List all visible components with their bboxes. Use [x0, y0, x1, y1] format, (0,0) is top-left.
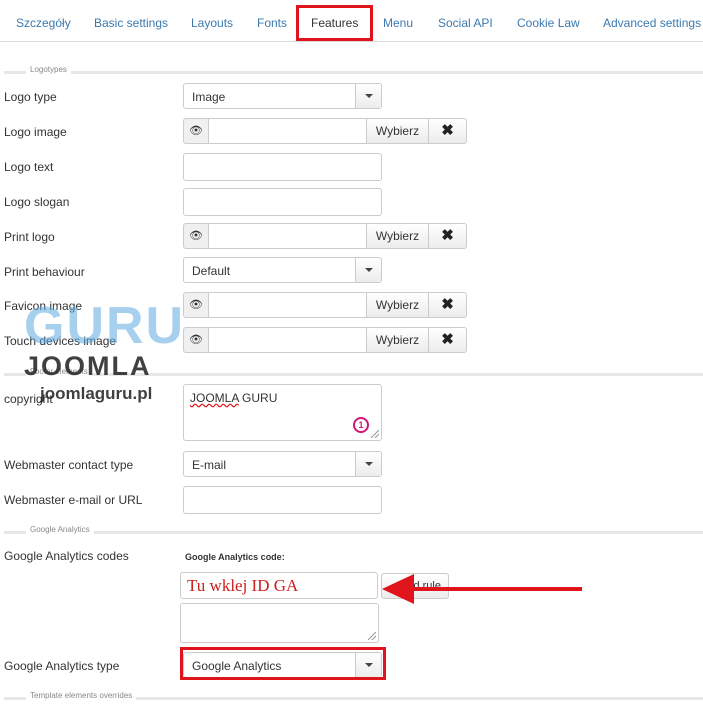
close-icon[interactable]: ✖: [428, 292, 467, 318]
tab-fonts[interactable]: Fonts: [257, 0, 287, 42]
legend-google-analytics-text: Google Analytics: [26, 525, 94, 534]
ga-code-input[interactable]: Tu wklej ID GA: [180, 572, 378, 599]
print-behaviour-select[interactable]: Default: [183, 257, 382, 283]
watermark-guru: GURU: [24, 297, 186, 355]
logo-image-path-input[interactable]: [208, 118, 368, 144]
logo-type-dropdown-button[interactable]: [355, 84, 381, 108]
ga-code-textarea[interactable]: [180, 603, 379, 643]
touch-image-choose-button[interactable]: Wybierz: [366, 327, 429, 353]
webmaster-email-input[interactable]: [183, 486, 382, 514]
tab-cookie-law[interactable]: Cookie Law: [517, 0, 580, 42]
grammar-badge-icon[interactable]: 1: [353, 417, 369, 433]
touch-image-media-field: 👁 Wybierz ✖: [183, 327, 467, 353]
legend-template-overrides: Template elements overrides: [4, 691, 703, 702]
logo-text-input[interactable]: [183, 153, 382, 181]
print-behaviour-value: Default: [192, 264, 231, 278]
logo-image-choose-button[interactable]: Wybierz: [366, 118, 429, 144]
tab-basic-settings[interactable]: Basic settings: [94, 0, 168, 42]
caret-down-icon: [365, 462, 373, 466]
legend-template-overrides-text: Template elements overrides: [26, 691, 137, 700]
print-behaviour-label: Print behaviour: [4, 265, 85, 279]
legend-logotypes: Logotypes: [4, 65, 703, 76]
print-logo-choose-button[interactable]: Wybierz: [366, 223, 429, 249]
watermark-site: joomlaguru.pl: [40, 384, 153, 403]
ga-code-value: Tu wklej ID GA: [187, 576, 299, 595]
tab-szczegoly[interactable]: Szczegóły: [16, 0, 71, 42]
favicon-image-media-field: 👁 Wybierz ✖: [183, 292, 467, 318]
logo-slogan-input[interactable]: [183, 188, 382, 216]
print-logo-media-field: 👁 Wybierz ✖: [183, 223, 467, 249]
print-behaviour-dropdown-button[interactable]: [355, 258, 381, 282]
ga-code-subheader: Google Analytics code:: [185, 552, 285, 562]
touch-image-path-input[interactable]: [208, 327, 368, 353]
logo-text-label: Logo text: [4, 160, 54, 174]
resize-handle-icon[interactable]: [371, 430, 379, 438]
logo-slogan-label: Logo slogan: [4, 195, 70, 209]
logo-type-label: Logo type: [4, 90, 57, 104]
tab-bar: Szczegóły Basic settings Layouts Fonts F…: [0, 0, 703, 42]
webmaster-contact-type-label: Webmaster contact type: [4, 458, 134, 472]
tab-features[interactable]: Features: [296, 5, 374, 41]
ga-type-highlight-box: [180, 647, 386, 680]
copyright-textarea[interactable]: JOOMLA GURU 1: [183, 384, 382, 441]
close-icon[interactable]: ✖: [428, 327, 467, 353]
copyright-value-rest: GURU: [238, 391, 278, 405]
eye-icon[interactable]: 👁: [183, 327, 209, 353]
webmaster-contact-type-dropdown-button[interactable]: [355, 452, 381, 476]
copyright-value-underlined: JOOMLA: [190, 391, 239, 405]
legend-logotypes-text: Logotypes: [26, 65, 71, 74]
caret-down-icon: [365, 268, 373, 272]
resize-handle-icon[interactable]: [368, 632, 376, 640]
favicon-image-path-input[interactable]: [208, 292, 368, 318]
webmaster-contact-type-select[interactable]: E-mail: [183, 451, 382, 477]
logo-image-media-field: 👁 Wybierz ✖: [183, 118, 467, 144]
tab-menu[interactable]: Menu: [383, 0, 413, 42]
tab-social-api[interactable]: Social API: [438, 0, 493, 42]
webmaster-contact-type-value: E-mail: [192, 458, 227, 472]
print-logo-label: Print logo: [4, 230, 55, 244]
print-logo-path-input[interactable]: [208, 223, 368, 249]
eye-icon[interactable]: 👁: [183, 223, 209, 249]
eye-icon[interactable]: 👁: [183, 292, 209, 318]
logo-image-label: Logo image: [4, 125, 67, 139]
eye-icon[interactable]: 👁: [183, 118, 209, 144]
webmaster-email-label: Webmaster e-mail or URL: [4, 493, 143, 507]
logo-type-select[interactable]: Image: [183, 83, 382, 109]
copyright-value: JOOMLA GURU: [190, 391, 277, 405]
ga-type-label: Google Analytics type: [4, 659, 120, 673]
annotation-arrow-icon: [382, 574, 582, 604]
tab-advanced-settings[interactable]: Advanced settings: [603, 0, 701, 42]
logo-type-value: Image: [192, 90, 226, 104]
ga-codes-label: Google Analytics codes: [4, 549, 129, 563]
favicon-image-choose-button[interactable]: Wybierz: [366, 292, 429, 318]
close-icon[interactable]: ✖: [428, 223, 467, 249]
close-icon[interactable]: ✖: [428, 118, 467, 144]
caret-down-icon: [365, 94, 373, 98]
tab-layouts[interactable]: Layouts: [191, 0, 233, 42]
watermark-joomla: JOOMLA: [24, 351, 152, 381]
legend-google-analytics: Google Analytics: [4, 525, 703, 536]
